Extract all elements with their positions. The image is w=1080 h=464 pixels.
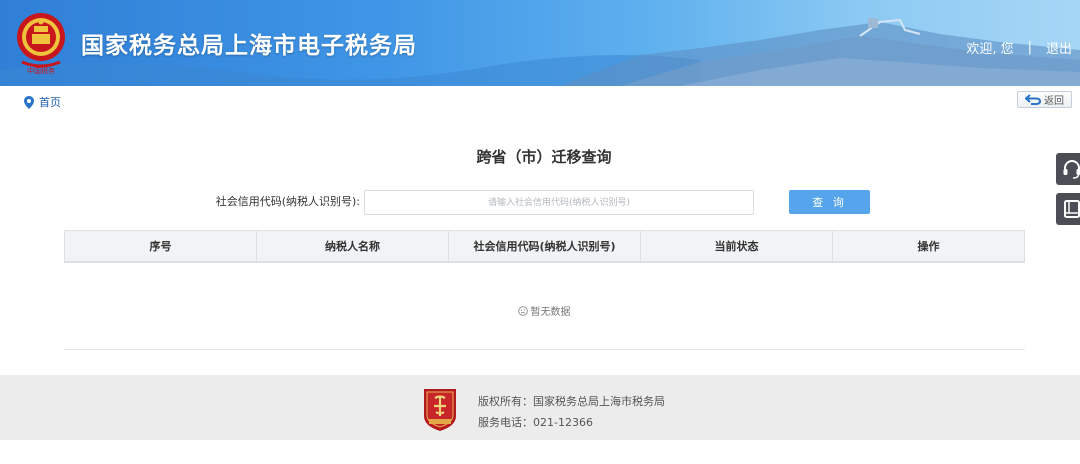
content-divider (64, 349, 1025, 350)
manual-button[interactable] (1056, 193, 1080, 225)
location-pin-icon (24, 95, 34, 109)
column-header-status: 当前状态 (641, 231, 833, 261)
footer-phone: 服务电话：021-12366 (478, 416, 593, 429)
svg-text:中国税务: 中国税务 (27, 66, 55, 75)
empty-state: 暂无数据 (0, 303, 1080, 318)
site-title: 国家税务总局上海市电子税务局 (81, 33, 417, 59)
customer-service-button[interactable] (1056, 153, 1080, 185)
site-footer: 版权所有：国家税务总局上海市税务局 服务电话：021-12366 (0, 375, 1080, 440)
column-header-index: 序号 (65, 231, 257, 261)
table-header: 序号 纳税人名称 社会信用代码(纳税人识别号) 当前状态 操作 (65, 231, 1024, 261)
nav-separator: | (1027, 40, 1032, 55)
site-header: 中国税务 国家税务总局上海市电子税务局 欢迎, 您 | 退出 (0, 0, 1080, 86)
book-icon (1064, 200, 1080, 218)
column-header-taxpayer-name: 纳税人名称 (257, 231, 449, 261)
credit-code-input[interactable] (364, 190, 754, 215)
credit-code-label: 社会信用代码(纳税人识别号): (215, 195, 360, 208)
breadcrumb: 首页 (24, 94, 61, 110)
user-nav: 欢迎, 您 | 退出 (966, 38, 1072, 57)
results-table: 序号 纳税人名称 社会信用代码(纳税人识别号) 当前状态 操作 (64, 230, 1025, 263)
tax-emblem-logo: 中国税务 (17, 13, 65, 75)
logout-link[interactable]: 退出 (1046, 38, 1072, 57)
back-button-label: 返回 (1044, 96, 1064, 107)
sad-face-icon (517, 305, 528, 316)
column-header-actions: 操作 (917, 240, 940, 253)
query-button[interactable]: 查 询 (789, 190, 870, 214)
return-arrow-icon (1025, 94, 1041, 105)
column-header-credit-code: 社会信用代码(纳税人识别号) (449, 231, 641, 261)
empty-state-text: 暂无数据 (530, 307, 571, 318)
welcome-text: 欢迎, 您 (966, 42, 1014, 57)
breadcrumb-home-link[interactable]: 首页 (39, 94, 61, 110)
page-title: 跨省（市）迁移查询 (476, 148, 612, 166)
headset-icon (1063, 160, 1080, 179)
back-button[interactable]: 返回 (1017, 91, 1072, 108)
tax-shield-logo (424, 389, 456, 431)
footer-info: 版权所有：国家税务总局上海市税务局 服务电话：021-12366 (478, 391, 665, 433)
footer-copyright: 版权所有：国家税务总局上海市税务局 (478, 395, 665, 408)
